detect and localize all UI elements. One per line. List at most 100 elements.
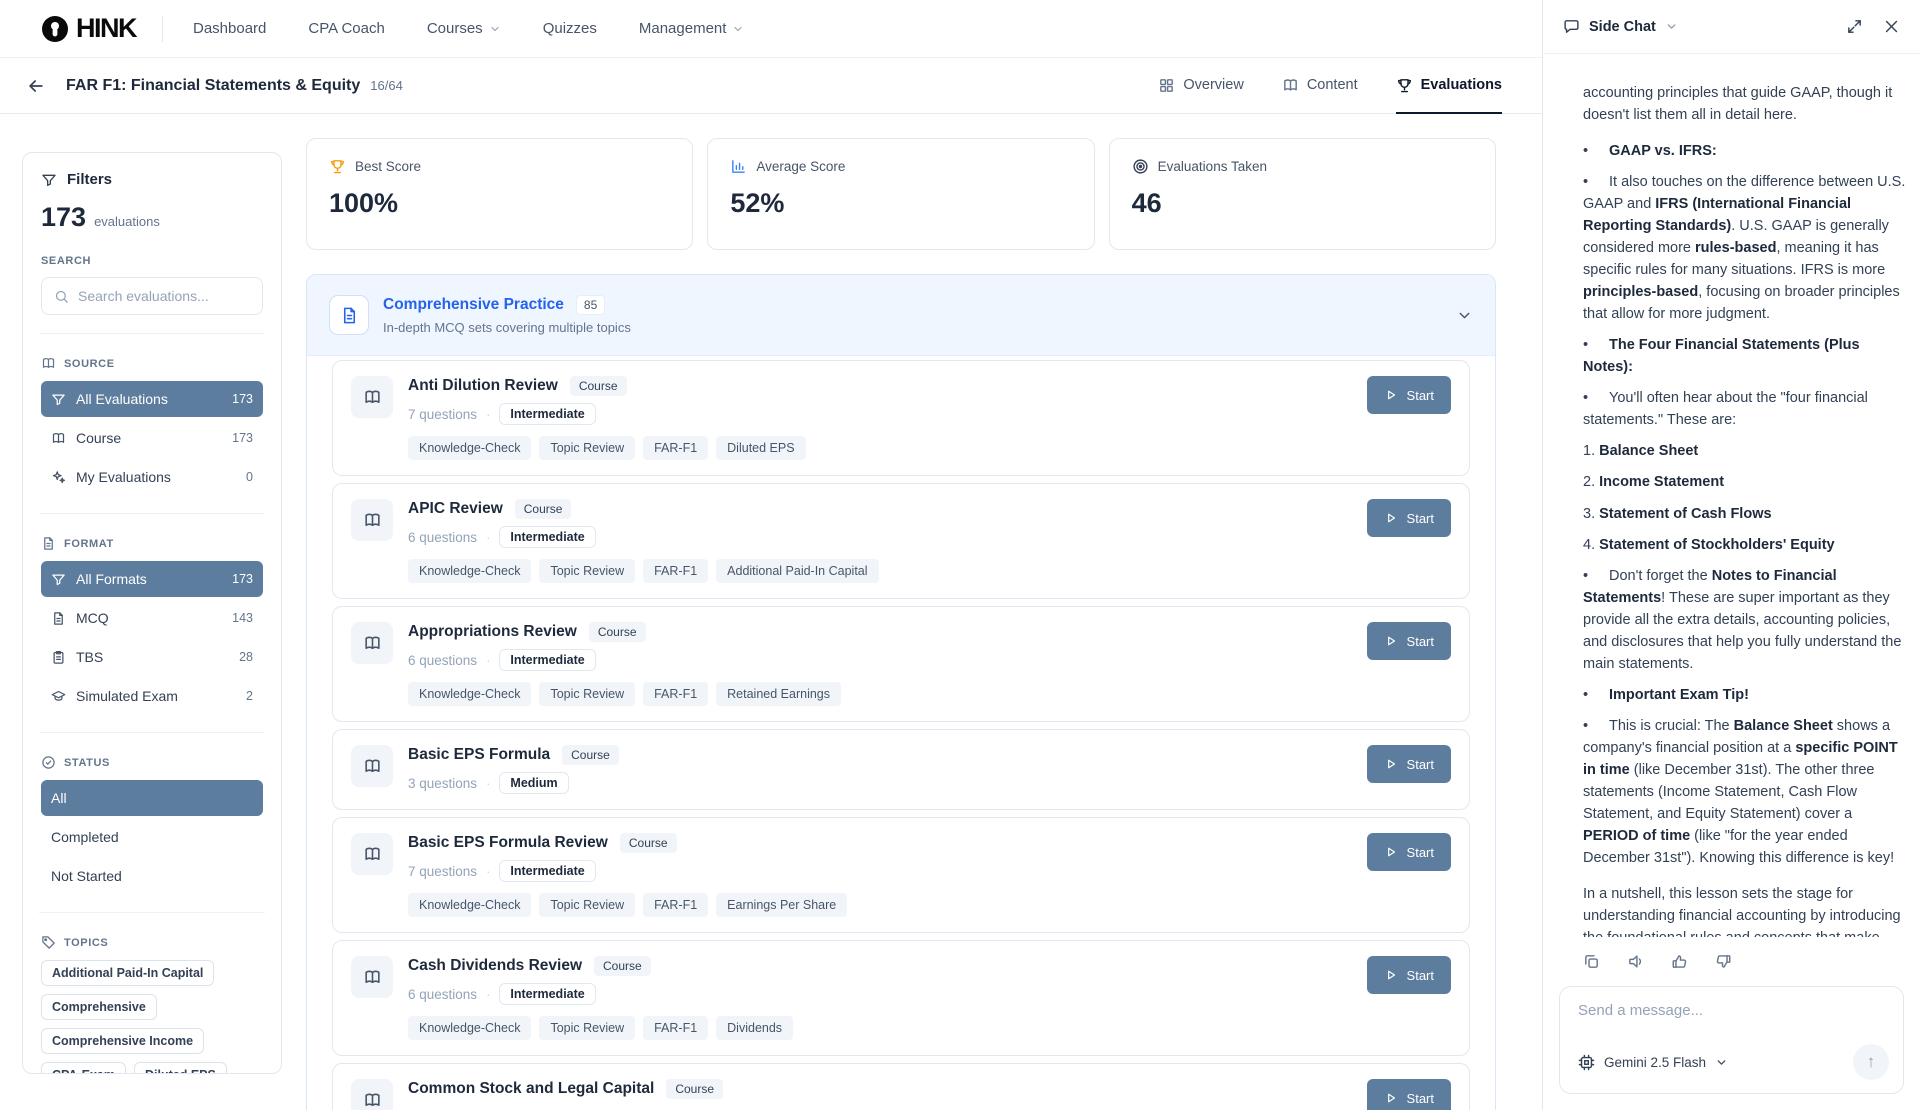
group-subtitle: In-depth MCQ sets covering multiple topi… — [383, 320, 631, 335]
sidebar-item-all-formats[interactable]: All Formats173 — [41, 561, 263, 597]
nav-item-cpa-coach[interactable]: CPA Coach — [308, 20, 384, 37]
sidebar-item-label: My Evaluations — [76, 469, 171, 485]
sidebar-item-count: 173 — [232, 431, 253, 445]
chevron-down-icon — [732, 23, 744, 35]
stats-row: Best Score100%Average Score52%Evaluation… — [306, 138, 1496, 250]
book-icon — [363, 968, 382, 987]
topic-tag[interactable]: Diluted EPS — [134, 1062, 227, 1074]
logo-text: HINK — [76, 13, 136, 44]
number-marker: 1. — [1583, 443, 1599, 459]
filters-title: Filters — [67, 171, 112, 188]
start-button[interactable]: Start — [1367, 499, 1451, 537]
trophy-icon — [1396, 77, 1413, 94]
start-button[interactable]: Start — [1367, 956, 1451, 994]
chat-bullet-item: •GAAP vs. IFRS: — [1583, 140, 1908, 162]
sidebar-item-mcq[interactable]: MCQ143 — [41, 600, 263, 636]
evaluation-title: Common Stock and Legal Capital — [408, 1080, 654, 1098]
book-icon — [351, 745, 393, 787]
evaluation-count-label: evaluations — [94, 214, 160, 229]
question-count: 6 questions — [408, 530, 477, 545]
thumbs-down-icon[interactable] — [1715, 953, 1732, 970]
evaluation-tag: Topic Review — [539, 559, 635, 583]
clipboard-icon — [51, 650, 66, 665]
search-box[interactable] — [41, 277, 263, 315]
book-icon — [363, 634, 382, 653]
chevron-down-icon[interactable] — [1456, 307, 1473, 324]
search-input[interactable] — [78, 288, 259, 304]
group-header[interactable]: Comprehensive Practice 85 In-depth MCQ s… — [307, 275, 1495, 356]
chat-header: Side Chat — [1543, 0, 1920, 54]
topic-tag[interactable]: Comprehensive Income — [41, 1028, 204, 1054]
chat-bullet-item: •It also touches on the difference betwe… — [1583, 171, 1908, 325]
start-button-label: Start — [1407, 511, 1434, 526]
expand-icon[interactable] — [1846, 18, 1863, 35]
sidebar-item-all-evaluations[interactable]: All Evaluations173 — [41, 381, 263, 417]
book-icon — [41, 356, 56, 371]
copy-icon[interactable] — [1583, 953, 1600, 970]
start-button[interactable]: Start — [1367, 1079, 1451, 1110]
start-button[interactable]: Start — [1367, 833, 1451, 871]
speaker-icon[interactable] — [1627, 953, 1644, 970]
evaluation-card: Anti Dilution ReviewCourse7 questions·In… — [332, 360, 1470, 476]
start-button[interactable]: Start — [1367, 622, 1451, 660]
topic-tag[interactable]: Comprehensive — [41, 994, 157, 1020]
topic-tag[interactable]: CPA-Exam — [41, 1062, 126, 1074]
sidebar-item-my-evaluations[interactable]: My Evaluations0 — [41, 459, 263, 495]
stat-label: Evaluations Taken — [1158, 159, 1267, 174]
speech-bubble-icon — [1563, 18, 1580, 35]
chat-numbered-item: 3. Statement of Cash Flows — [1583, 503, 1908, 525]
back-button[interactable] — [26, 76, 46, 96]
difficulty-badge: Intermediate — [499, 649, 595, 671]
chat-message-input[interactable] — [1578, 1002, 1889, 1019]
dot-separator: · — [486, 653, 490, 668]
evaluation-tag: Dividends — [716, 1016, 793, 1040]
evaluation-card: Appropriations ReviewCourse6 questions·I… — [332, 606, 1470, 722]
evaluation-card: Basic EPS Formula ReviewCourse7 question… — [332, 817, 1470, 933]
stat-card-evaluations-taken: Evaluations Taken46 — [1109, 138, 1496, 250]
sidebar-item-simulated-exam[interactable]: Simulated Exam2 — [41, 678, 263, 714]
sidebar-item-tbs[interactable]: TBS28 — [41, 639, 263, 675]
sidebar-item-label: All Evaluations — [76, 391, 168, 407]
topic-tag[interactable]: Additional Paid-In Capital — [41, 960, 214, 986]
sidebar-item-all[interactable]: All — [41, 780, 263, 816]
divider — [39, 333, 265, 334]
chat-bullet-item: •This is crucial: The Balance Sheet show… — [1583, 715, 1908, 869]
evaluation-card: Cash Dividends ReviewCourse6 questions·I… — [332, 940, 1470, 1056]
close-icon[interactable] — [1883, 18, 1900, 35]
start-button[interactable]: Start — [1367, 745, 1451, 783]
send-button[interactable]: ↑ — [1853, 1044, 1889, 1080]
dot-separator: · — [486, 864, 490, 879]
tab-overview[interactable]: Overview — [1158, 58, 1243, 114]
source-badge: Course — [620, 833, 677, 853]
section-label-status: STATUS — [41, 755, 263, 770]
source-badge: Course — [589, 622, 646, 642]
chat-title-dropdown[interactable]: Side Chat — [1563, 18, 1678, 35]
chat-bullet-item: •You'll often hear about the "four finan… — [1583, 387, 1908, 431]
tab-label: Content — [1307, 77, 1358, 93]
group-title[interactable]: Comprehensive Practice — [383, 296, 564, 314]
start-button[interactable]: Start — [1367, 376, 1451, 414]
thumbs-up-icon[interactable] — [1671, 953, 1688, 970]
sidebar-item-label: Course — [76, 430, 121, 446]
sidebar-item-not-started[interactable]: Not Started — [41, 858, 263, 894]
nav-item-quizzes[interactable]: Quizzes — [543, 20, 597, 37]
play-icon — [1384, 1091, 1398, 1105]
nav-item-dashboard[interactable]: Dashboard — [193, 20, 266, 37]
book-icon — [363, 388, 382, 407]
nav-item-courses[interactable]: Courses — [427, 20, 501, 37]
source-badge: Course — [594, 956, 651, 976]
model-selector[interactable]: Gemini 2.5 Flash — [1578, 1054, 1728, 1071]
main-column: HINK Dashboard CPA Coach Courses Quizzes Man… — [0, 0, 1542, 1110]
book-icon — [1282, 77, 1299, 94]
nav-item-management[interactable]: Management — [639, 20, 745, 37]
tab-content[interactable]: Content — [1282, 58, 1358, 114]
evaluation-list: Anti Dilution ReviewCourse7 questions·In… — [307, 356, 1495, 1110]
evaluation-tag: Additional Paid-In Capital — [716, 559, 878, 583]
evaluation-tag: FAR-F1 — [643, 436, 708, 460]
sidebar-item-label: All — [51, 790, 67, 806]
sidebar-item-completed[interactable]: Completed — [41, 819, 263, 855]
tab-evaluations[interactable]: Evaluations — [1396, 58, 1502, 114]
sidebar-item-course[interactable]: Course 173 — [41, 420, 263, 456]
divider — [39, 513, 265, 514]
app-logo[interactable]: HINK — [40, 13, 136, 44]
